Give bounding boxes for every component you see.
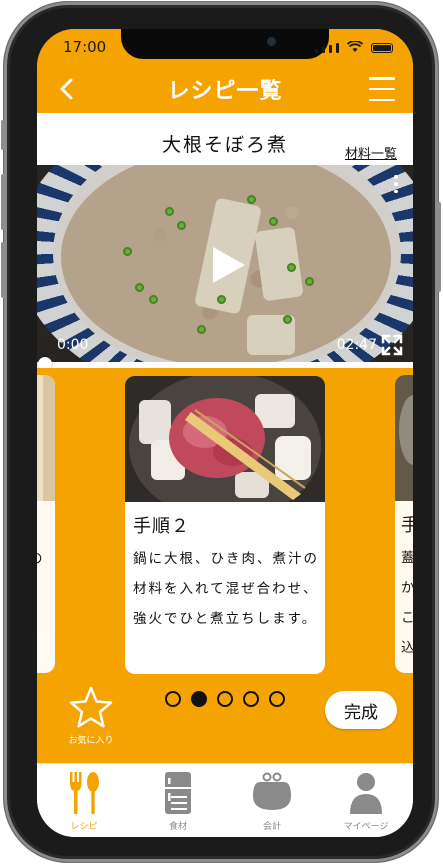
wifi-icon [347, 41, 363, 52]
notch [121, 29, 329, 59]
step-photo-current [125, 376, 325, 502]
power-button [436, 202, 441, 292]
status-icons [315, 41, 393, 53]
wallet-icon [253, 772, 291, 810]
signal-icon [315, 49, 318, 53]
fridge-icon [165, 772, 191, 814]
signal-bar [322, 47, 325, 53]
step-photo-next [395, 375, 413, 501]
status-bar: 17:00 [37, 29, 413, 65]
bottom-tab-bar: レシピ 食材 会計 マイページ [37, 763, 413, 837]
star-icon [69, 686, 113, 728]
app-screen: 17:00 レシピ一覧 大根そぼろ煮 材料一覧 0:00 02:47 手順２ 鍋… [37, 29, 413, 837]
menu-line [369, 87, 395, 91]
step-label-next: 手 [401, 515, 413, 536]
step-card-next[interactable]: 手 蓋かこ込 [395, 375, 413, 673]
ingredients-list-link[interactable]: 材料一覧 [345, 143, 397, 162]
volume-up-button [1, 174, 6, 230]
step-label: 手順２ [133, 516, 190, 537]
menu-button[interactable] [369, 77, 395, 101]
pager-dot[interactable] [243, 691, 259, 707]
tab-label-recipe: レシピ [70, 822, 98, 832]
photo-detail [37, 375, 43, 501]
app-header: レシピ一覧 [37, 65, 413, 113]
user-icon [350, 773, 382, 814]
step-text-next: 蓋かこ込 [401, 550, 413, 656]
dot [394, 189, 398, 193]
photo-detail [399, 395, 413, 465]
recipe-title-area: 大根そぼろ煮 材料一覧 [37, 113, 413, 165]
pager-dot[interactable] [165, 691, 181, 707]
dot [394, 175, 398, 179]
step-card-current[interactable]: 手順２ 鍋に大根、ひき肉、煮汁の材料を入れて混ぜ合わせ、強火でひと煮立ちします。 [125, 376, 325, 674]
tab-mypage[interactable]: マイページ [319, 764, 413, 837]
step-photo-previous [37, 375, 55, 501]
pager-dot[interactable] [217, 691, 233, 707]
step-photo-image [125, 376, 325, 502]
battery-icon [371, 43, 393, 53]
tab-label-mypage: マイページ [343, 822, 389, 832]
step-pager [165, 691, 285, 707]
recipe-video-player[interactable]: 0:00 02:47 [37, 165, 413, 362]
step-card-previous[interactable]: の [37, 375, 55, 673]
front-camera [267, 37, 276, 46]
pager-dot-active[interactable] [191, 691, 207, 707]
page-title: レシピ一覧 [167, 79, 283, 104]
tab-label-accounting: 会計 [262, 822, 281, 832]
play-icon[interactable] [211, 245, 247, 285]
phone-frame: 17:00 レシピ一覧 大根そぼろ煮 材料一覧 0:00 02:47 手順２ 鍋… [1, 2, 441, 862]
done-button[interactable]: 完成 [325, 691, 397, 729]
fullscreen-icon[interactable] [381, 334, 403, 356]
mute-switch [1, 120, 6, 150]
tab-ingredients[interactable]: 食材 [131, 764, 225, 837]
step-text-previous: の [37, 547, 43, 567]
video-current-time: 0:00 [57, 337, 89, 353]
tab-label-ingredients: 食材 [168, 822, 187, 832]
step-description: 鍋に大根、ひき肉、煮汁の材料を入れて混ぜ合わせ、強火でひと煮立ちします。 [133, 551, 319, 627]
menu-line [369, 98, 395, 101]
fork-spoon-icon [70, 772, 99, 814]
signal-bar [329, 45, 332, 53]
tab-accounting[interactable]: 会計 [225, 764, 319, 837]
pager-dot[interactable] [269, 691, 285, 707]
more-vertical-icon[interactable] [393, 175, 399, 193]
video-total-time: 02:47 [336, 337, 377, 353]
favorite-label: お気に入り [68, 736, 114, 746]
signal-bar [336, 43, 339, 53]
status-time: 17:00 [63, 38, 107, 56]
hamburger-menu-icon [369, 77, 395, 80]
volume-down-button [1, 242, 6, 298]
battery-level [373, 45, 391, 51]
favorite-button[interactable]: お気に入り [57, 685, 125, 747]
tab-recipe[interactable]: レシピ [37, 764, 131, 837]
dot [394, 182, 398, 186]
